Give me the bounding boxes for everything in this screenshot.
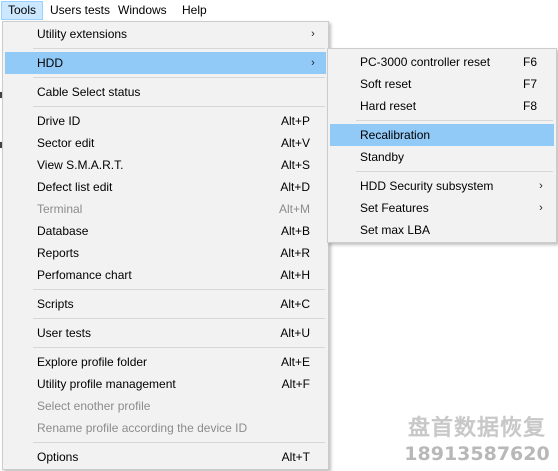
menu-item-label: Options	[37, 450, 79, 464]
menu-item-label: Utility profile management	[37, 377, 176, 391]
menu-item-shortcut: Alt+V	[280, 136, 310, 150]
menu-windows[interactable]: Windows	[112, 1, 173, 20]
menu-item-user-tests[interactable]: User tests Alt+U	[5, 322, 326, 344]
hdd-submenu: PC-3000 controller reset F6 Soft reset F…	[327, 48, 557, 243]
menu-separator	[356, 171, 553, 172]
menu-item-shortcut: Alt+H	[280, 268, 310, 282]
watermark: 盘首数据恢复 18913587620	[402, 414, 552, 466]
submenu-item-pc3000-controller-reset[interactable]: PC-3000 controller reset F6	[330, 51, 554, 73]
menu-item-shortcut: Alt+C	[280, 297, 310, 311]
menu-item-shortcut: Alt+S	[280, 158, 310, 172]
menu-tools[interactable]: Tools	[1, 1, 44, 20]
submenu-item-set-max-lba[interactable]: Set max LBA	[330, 219, 554, 241]
submenu-item-soft-reset[interactable]: Soft reset F7	[330, 73, 554, 95]
menu-item-database[interactable]: Database Alt+B	[5, 220, 326, 242]
menu-item-label: HDD Security subsystem	[360, 179, 494, 193]
menu-item-label: Set max LBA	[360, 223, 431, 237]
menu-separator	[33, 48, 325, 49]
menu-item-shortcut: F7	[522, 77, 537, 91]
menu-item-scripts[interactable]: Scripts Alt+C	[5, 293, 326, 315]
submenu-item-hard-reset[interactable]: Hard reset F8	[330, 95, 554, 117]
menu-help[interactable]: Help	[176, 1, 213, 20]
menu-item-label: Scripts	[37, 297, 74, 311]
submenu-item-standby[interactable]: Standby	[330, 146, 554, 168]
menu-item-shortcut: F6	[522, 55, 537, 69]
menu-item-label: Hard reset	[360, 99, 417, 113]
menu-item-label: Standby	[360, 150, 405, 164]
menu-item-hdd[interactable]: HDD ›	[5, 52, 326, 74]
menu-item-explore-profile-folder[interactable]: Explore profile folder Alt+E	[5, 351, 326, 373]
chevron-right-icon: ›	[311, 28, 315, 40]
menu-item-shortcut: Alt+R	[280, 246, 310, 260]
watermark-phone: 18913587620	[404, 443, 550, 465]
menu-item-select-another-profile: Select enother profile	[5, 395, 326, 417]
menu-item-cable-select-status[interactable]: Cable Select status	[5, 81, 326, 103]
menu-item-utility-profile-management[interactable]: Utility profile management Alt+F	[5, 373, 326, 395]
menu-item-shortcut: Alt+T	[281, 450, 310, 464]
menu-separator	[33, 318, 325, 319]
menu-item-terminal: Terminal Alt+M	[5, 198, 326, 220]
menu-item-shortcut: F8	[522, 99, 537, 113]
menu-item-label: Select enother profile	[37, 399, 151, 413]
menu-item-label: Defect list edit	[37, 180, 113, 194]
menu-item-label: Cable Select status	[37, 85, 141, 99]
menu-item-label: Recalibration	[360, 128, 431, 142]
menu-item-label: Utility extensions	[37, 27, 128, 41]
menu-separator	[356, 120, 553, 121]
menu-item-shortcut: Alt+B	[280, 224, 310, 238]
menu-item-label: PC-3000 controller reset	[360, 55, 491, 69]
menu-item-label: Perfomance chart	[37, 268, 132, 282]
menu-item-shortcut: Alt+D	[280, 180, 310, 194]
submenu-item-hdd-security-subsystem[interactable]: HDD Security subsystem ›	[330, 175, 554, 197]
menu-item-reports[interactable]: Reports Alt+R	[5, 242, 326, 264]
menu-item-label: Reports	[37, 246, 80, 260]
menu-item-label: Soft reset	[360, 77, 412, 91]
menu-item-shortcut: Alt+M	[278, 202, 310, 216]
chevron-right-icon: ›	[311, 57, 315, 69]
menu-separator	[33, 442, 325, 443]
menu-item-label: HDD	[37, 56, 63, 70]
menu-item-shortcut: Alt+E	[280, 355, 310, 369]
chevron-right-icon: ›	[539, 202, 543, 214]
menu-item-rename-profile: Rename profile according the device ID	[5, 417, 326, 439]
menu-item-shortcut: Alt+F	[281, 377, 310, 391]
menu-item-label: Sector edit	[37, 136, 95, 150]
menu-item-label: Rename profile according the device ID	[37, 421, 248, 435]
menu-users-tests[interactable]: Users tests	[44, 1, 116, 20]
menu-item-view-smart[interactable]: View S.M.A.R.T. Alt+S	[5, 154, 326, 176]
menu-item-label: Database	[37, 224, 89, 238]
menu-item-label: User tests	[37, 326, 92, 340]
menu-bar: Tools Users tests Windows Help	[0, 0, 558, 22]
watermark-text: 盘首数据恢复	[407, 415, 546, 440]
menu-item-utility-extensions[interactable]: Utility extensions ›	[5, 23, 326, 45]
menu-separator	[33, 77, 325, 78]
menu-item-label: Explore profile folder	[37, 355, 148, 369]
menu-item-perfomance-chart[interactable]: Perfomance chart Alt+H	[5, 264, 326, 286]
menu-item-label: View S.M.A.R.T.	[37, 158, 124, 172]
tools-menu: Utility extensions › HDD › Cable Select …	[2, 21, 329, 470]
menu-item-shortcut: Alt+U	[280, 326, 310, 340]
chevron-right-icon: ›	[539, 180, 543, 192]
submenu-item-recalibration[interactable]: Recalibration	[330, 124, 554, 146]
menu-item-defect-list-edit[interactable]: Defect list edit Alt+D	[5, 176, 326, 198]
submenu-item-set-features[interactable]: Set Features ›	[330, 197, 554, 219]
menu-item-label: Drive ID	[37, 114, 81, 128]
menu-item-label: Terminal	[37, 202, 83, 216]
menu-separator	[33, 289, 325, 290]
menu-item-label: Set Features	[360, 201, 429, 215]
menu-item-shortcut: Alt+P	[280, 114, 310, 128]
menu-item-sector-edit[interactable]: Sector edit Alt+V	[5, 132, 326, 154]
menu-separator	[33, 106, 325, 107]
menu-separator	[33, 347, 325, 348]
menu-item-options[interactable]: Options Alt+T	[5, 446, 326, 468]
menu-item-drive-id[interactable]: Drive ID Alt+P	[5, 110, 326, 132]
